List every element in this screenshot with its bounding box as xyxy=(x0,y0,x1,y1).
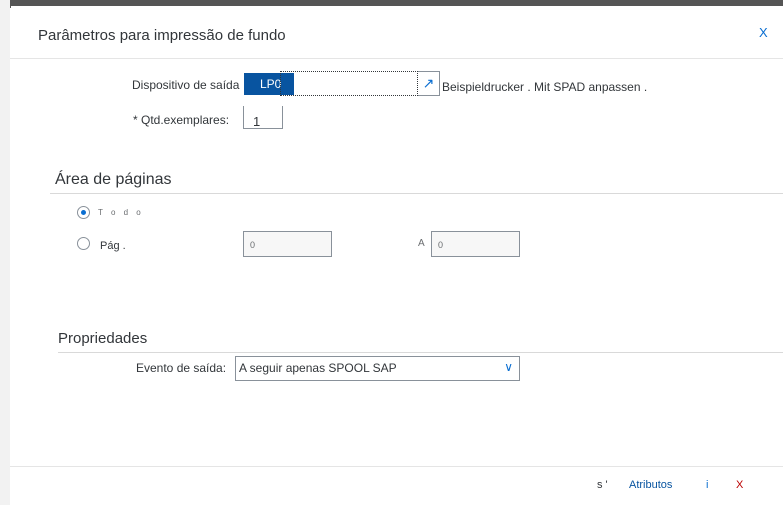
properties-divider xyxy=(58,352,783,353)
footer-divider xyxy=(10,466,783,467)
background-window-edge xyxy=(0,0,783,6)
device-label: Dispositivo de saída xyxy=(132,78,240,92)
page-area-title: Área de páginas xyxy=(55,171,172,188)
radio-page-range[interactable] xyxy=(77,237,90,250)
chevron-down-icon: ∨ xyxy=(504,360,513,374)
value-help-icon[interactable]: ↗ xyxy=(418,71,440,96)
dialog-title: Parâmetros para impressão de fundo xyxy=(38,27,286,44)
properties-title: Propriedades xyxy=(58,330,148,347)
device-description: Beispieldrucker . Mit SPAD anpassen . xyxy=(442,80,648,94)
event-label: Evento de saída: xyxy=(136,361,227,375)
all-pages-label: T o d o xyxy=(98,208,144,217)
device-input[interactable] xyxy=(280,71,418,96)
close-icon[interactable]: X xyxy=(759,25,768,40)
info-button[interactable]: i xyxy=(706,479,708,491)
copies-label: * Qtd.exemplares: xyxy=(133,113,230,127)
event-select-value: A seguir apenas SPOOL SAP xyxy=(239,361,397,375)
copies-input[interactable]: 1 xyxy=(243,106,283,129)
footer-s-button[interactable]: s ' xyxy=(597,479,608,491)
page-range-label: Pág . xyxy=(100,240,126,252)
title-divider xyxy=(10,58,783,59)
page-to-input[interactable]: 0 xyxy=(431,231,520,257)
page-to-label: A xyxy=(418,238,425,249)
page-from-input[interactable]: 0 xyxy=(243,231,332,257)
attributes-button[interactable]: Atributos xyxy=(629,479,672,491)
page-area-divider xyxy=(50,193,783,194)
radio-all-pages[interactable] xyxy=(77,206,90,219)
footer-close-button[interactable]: X xyxy=(736,479,743,491)
event-select[interactable]: A seguir apenas SPOOL SAP ∨ xyxy=(235,356,520,381)
